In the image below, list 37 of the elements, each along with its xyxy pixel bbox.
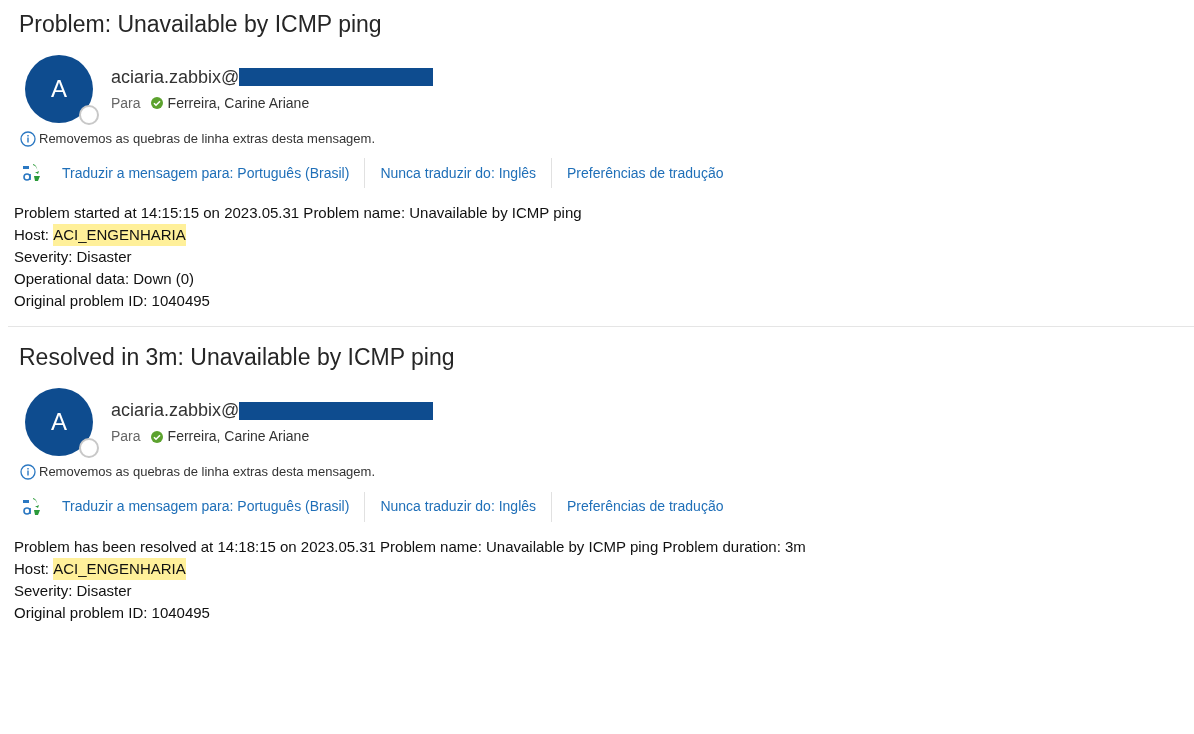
translate-icon [22, 163, 42, 184]
to-label: Para [111, 427, 141, 446]
highlighted-text: ACI_ENGENHARIA [53, 557, 186, 580]
info-notice: Removemos as quebras de linha extras desta mensagem. [39, 129, 375, 148]
sender-address: aciaria.zabbix@ [111, 399, 240, 422]
translate-link[interactable]: Nunca traduzir do: Inglês [380, 496, 537, 517]
body-text: Problem has been resolved at 14:18:15 on 2023.05.31 Problem name: Unavailable by ICMP ping Problem duration: 3m [14, 536, 807, 557]
body-text: Problem started at 14:15:15 on 2023.05.31 Problem name: Unavailable by ICMP ping [14, 203, 583, 224]
avatar: A [25, 54, 93, 123]
sender-address: aciaria.zabbix@ [111, 65, 240, 89]
highlighted-text: ACI_ENGENHARIA [53, 224, 186, 247]
avatar: A [25, 388, 93, 456]
body-text: Host: [14, 558, 50, 579]
translate-link[interactable]: Preferências de tradução [567, 162, 724, 184]
body-text: Severity: Disaster [14, 247, 133, 268]
presence-status-icon [79, 104, 99, 125]
translate-link[interactable]: Traduzir a mensagem para: Português (Brasil) [62, 162, 350, 184]
info-icon [20, 463, 36, 480]
recipient-name[interactable]: Ferreira, Carine Ariane [167, 92, 310, 114]
email-subject: Resolved in 3m: Unavailable by ICMP ping [18, 343, 456, 372]
info-notice: Removemos as quebras de linha extras desta mensagem. [39, 463, 375, 481]
check-icon [150, 97, 163, 110]
body-text: Original problem ID: 1040495 [14, 291, 211, 312]
translate-icon [22, 496, 42, 517]
recipient-name[interactable]: Ferreira, Carine Ariane [167, 426, 310, 447]
check-icon [150, 430, 163, 443]
translate-link[interactable]: Traduzir a mensagem para: Português (Brasil) [62, 496, 350, 517]
body-text: Operational data: Down (0) [14, 269, 196, 290]
email-subject: Problem: Unavailable by ICMP ping [18, 10, 383, 39]
info-icon [20, 130, 36, 147]
presence-status-icon [79, 438, 99, 458]
body-text: Host: [14, 225, 50, 246]
body-text: Severity: Disaster [14, 580, 133, 601]
to-label: Para [111, 93, 141, 113]
translate-link[interactable]: Nunca traduzir do: Inglês [380, 162, 537, 184]
body-text: Original problem ID: 1040495 [14, 602, 211, 623]
translate-link[interactable]: Preferências de tradução [567, 496, 724, 517]
